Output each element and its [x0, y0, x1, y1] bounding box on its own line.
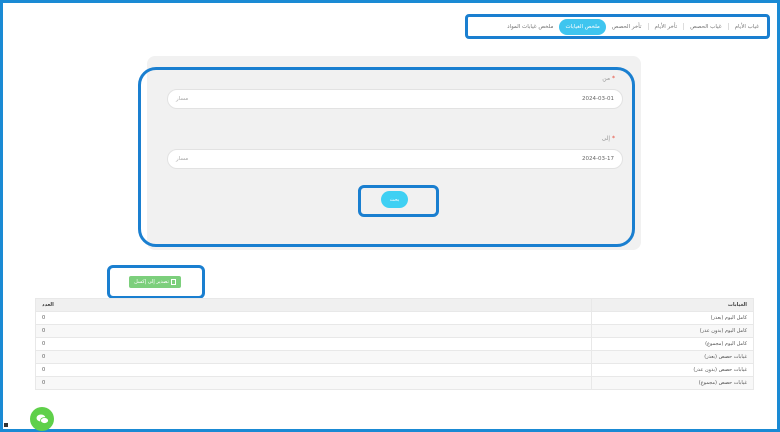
tab-periods-absence[interactable]: غياب الحصص [684, 20, 727, 34]
to-date-input[interactable]: مسار 2024-03-17 [167, 149, 623, 169]
chat-button[interactable] [30, 407, 54, 431]
cell-count: 0 [35, 350, 592, 364]
table-header-row: الغيابات العدد [35, 298, 754, 312]
table-row: كامل اليوم (بدون عذر) 0 [35, 324, 754, 338]
table-row: غيابات حصص (بدون عذر) 0 [35, 363, 754, 377]
absence-summary-table: الغيابات العدد كامل اليوم (بعذر) 0 كامل … [35, 298, 754, 390]
cell-count: 0 [35, 337, 592, 351]
tabs-bar: غياب الأيام غياب الحصص تأخر الأيام تأخر … [465, 14, 770, 39]
cell-count: 0 [35, 376, 592, 390]
table-row: غيابات حصص (مجموع) 0 [35, 376, 754, 390]
from-label: * من [602, 75, 615, 82]
cell-count: 0 [35, 311, 592, 325]
to-date-value: 2024-03-17 [582, 156, 614, 162]
cell-count: 0 [35, 324, 592, 338]
to-date-placeholder: مسار [176, 156, 189, 162]
cell-absence-type: كامل اليوم (مجموع) [591, 337, 754, 351]
cell-count: 0 [35, 363, 592, 377]
header-count: العدد [35, 298, 592, 312]
tab-days-absence[interactable]: غياب الأيام [729, 20, 765, 34]
tab-absence-summary[interactable]: ملخص الغيابات [559, 18, 606, 35]
table-row: كامل اليوم (بعذر) 0 [35, 311, 754, 325]
tab-days-late[interactable]: تأخر الأيام [649, 20, 684, 34]
search-button[interactable]: بحث [381, 191, 408, 208]
export-label: تصدير إلى إكسل [134, 279, 169, 285]
document-icon [170, 279, 176, 285]
from-date-input[interactable]: مسار 2024-03-01 [167, 89, 623, 109]
export-excel-button[interactable]: تصدير إلى إكسل [129, 276, 181, 288]
chat-bubble-icon [36, 414, 49, 424]
header-absence-type: الغيابات [591, 298, 754, 312]
from-date-value: 2024-03-01 [582, 96, 614, 102]
table-row: غيابات حصص (بعذر) 0 [35, 350, 754, 364]
tab-periods-late[interactable]: تأخر الحصص [606, 20, 648, 34]
cell-absence-type: غيابات حصص (مجموع) [591, 376, 754, 390]
corner-marker [4, 423, 8, 427]
tab-subjects-absence-summary[interactable]: ملخص غيابات المواد [501, 20, 559, 34]
cell-absence-type: غيابات حصص (بدون عذر) [591, 363, 754, 377]
cell-absence-type: غيابات حصص (بعذر) [591, 350, 754, 364]
to-label: * إلى [601, 135, 615, 142]
cell-absence-type: كامل اليوم (بعذر) [591, 311, 754, 325]
from-date-placeholder: مسار [176, 96, 189, 102]
cell-absence-type: كامل اليوم (بدون عذر) [591, 324, 754, 338]
table-row: كامل اليوم (مجموع) 0 [35, 337, 754, 351]
